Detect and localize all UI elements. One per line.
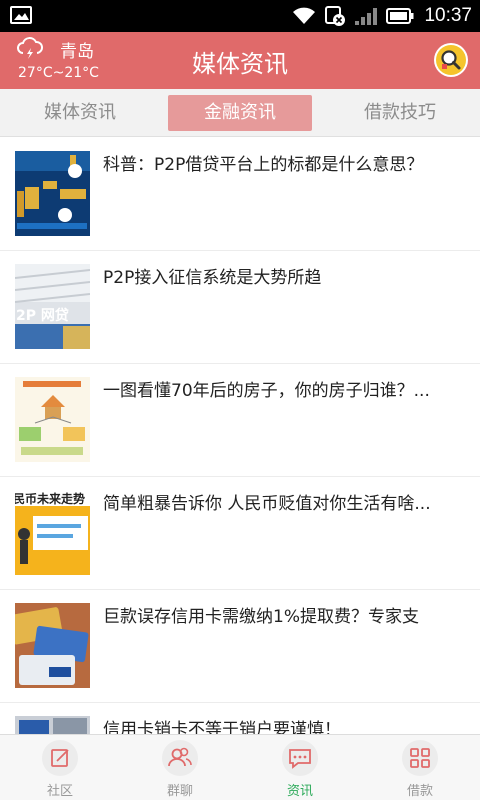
grid-icon — [402, 740, 438, 776]
article-title: 一图看懂70年后的房子，你的房子归谁？... — [103, 381, 430, 401]
thumbnail-caption: 民币未来走势 — [15, 491, 85, 506]
data-off-icon — [325, 6, 346, 26]
bottom-navigation: 社区 群聊 资讯 借款 — [0, 734, 480, 800]
tab-media-news[interactable]: 媒体资讯 — [20, 95, 140, 131]
list-item[interactable]: 信用卡销卡不等于销户要谨慎！ — [0, 703, 480, 734]
status-bar: 10:37 — [0, 0, 480, 32]
chat-icon — [282, 740, 318, 776]
wifi-icon — [293, 7, 316, 24]
nav-label: 群聊 — [166, 784, 193, 799]
article-title: P2P接入征信系统是大势所趋 — [103, 268, 322, 288]
image-icon — [10, 6, 32, 24]
article-thumbnail — [15, 716, 90, 734]
article-title: 科普：P2P借贷平台上的标都是什么意思？ — [103, 155, 424, 175]
article-list[interactable]: 科普：P2P借贷平台上的标都是什么意思？ 2P 网贷 P2P接入征信系统是大势所… — [0, 138, 480, 734]
edit-icon — [42, 740, 78, 776]
nav-label: 借款 — [406, 784, 433, 799]
category-tabs: 媒体资讯 金融资讯 借款技巧 — [0, 89, 480, 137]
list-item[interactable]: 科普：P2P借贷平台上的标都是什么意思？ — [0, 138, 480, 251]
article-title: 巨款误存信用卡需缴纳1%提取费？专家支 — [103, 607, 419, 627]
article-thumbnail — [15, 603, 90, 688]
article-thumbnail — [15, 377, 90, 462]
page-title: 媒体资讯 — [192, 50, 288, 78]
article-title: 信用卡销卡不等于销户要谨慎！ — [103, 720, 341, 734]
group-icon — [162, 740, 198, 776]
list-item[interactable]: 2P 网贷 P2P接入征信系统是大势所趋 — [0, 251, 480, 364]
nav-group-chat[interactable]: 群聊 — [120, 735, 240, 800]
article-thumbnail: 民币未来走势 — [15, 490, 90, 575]
nav-label: 资讯 — [286, 784, 313, 799]
clock-time: 10:37 — [424, 5, 472, 26]
list-item[interactable]: 巨款误存信用卡需缴纳1%提取费？专家支 — [0, 590, 480, 703]
nav-label: 社区 — [46, 784, 73, 799]
article-title: 简单粗暴告诉你 人民币贬值对你生活有啥... — [103, 494, 431, 514]
nav-news[interactable]: 资讯 — [240, 735, 360, 800]
tab-finance-news[interactable]: 金融资讯 — [168, 95, 312, 131]
thumbnail-caption: 2P 网贷 — [16, 307, 69, 324]
list-item[interactable]: 民币未来走势 简单粗暴告诉你 人民币贬值对你生活有啥... — [0, 477, 480, 590]
signal-icon — [355, 8, 378, 25]
article-thumbnail: 2P 网贷 — [15, 264, 90, 349]
article-thumbnail — [15, 151, 90, 236]
search-button[interactable] — [434, 43, 468, 77]
app-header: 青岛 27°C~21°C 媒体资讯 — [0, 32, 480, 89]
nav-community[interactable]: 社区 — [0, 735, 120, 800]
magnifier-icon — [436, 45, 466, 75]
list-item[interactable]: 一图看懂70年后的房子，你的房子归谁？... — [0, 364, 480, 477]
tab-loan-tips[interactable]: 借款技巧 — [340, 95, 460, 131]
nav-loan[interactable]: 借款 — [360, 735, 480, 800]
battery-icon — [386, 8, 414, 24]
